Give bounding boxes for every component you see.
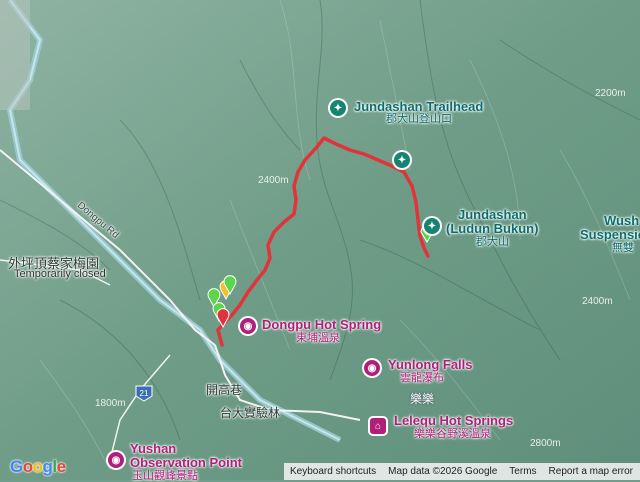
elevation-label: 2400m [258, 175, 289, 186]
poi-peak-name2[interactable]: (Ludun Bukun) [446, 222, 538, 236]
poi-wush-name2[interactable]: Suspensio [580, 228, 640, 242]
poi-yushan-name[interactable]: Yushan [130, 442, 176, 456]
temple-icon[interactable]: ⌂ [370, 418, 386, 434]
poi-lelequ-name[interactable]: Lelequ Hot Springs [394, 414, 513, 428]
poi-trailhead-name[interactable]: Jundashan Trailhead [354, 100, 483, 114]
elevation-label: 1800m [95, 398, 126, 409]
keyboard-shortcuts-link[interactable]: Keyboard shortcuts [284, 466, 382, 477]
poi-yushan-name2[interactable]: Observation Point [130, 456, 242, 470]
place-forest: 台大實驗林 [220, 406, 281, 420]
google-logo: Google [10, 457, 66, 476]
place-lele: 樂樂 [410, 392, 435, 406]
poi-peak-local: 郡大山 [476, 236, 509, 248]
camera-icon[interactable]: ◉ [364, 360, 380, 376]
poi-peak-name[interactable]: Jundashan [458, 208, 527, 222]
poi-farm-status: Temporarily closed [14, 268, 106, 280]
poi-dongpu-local: 東埔溫泉 [296, 332, 340, 344]
hiking-icon[interactable]: ✦ [330, 100, 346, 116]
elevation-label: 2800m [530, 438, 561, 449]
elevation-label: 2200m [595, 88, 626, 99]
hiking-icon[interactable]: ✦ [424, 218, 440, 234]
map-data-text: Map data ©2026 Google [388, 466, 498, 477]
map-footer: Keyboard shortcuts Map data ©2026 Google… [284, 463, 640, 480]
poi-yushan-local: 玉山觀峰景點 [132, 470, 198, 482]
poi-trailhead-local: 郡大山登山口 [386, 113, 452, 125]
hiking-icon[interactable]: ✦ [394, 152, 410, 168]
poi-yunlong-name[interactable]: Yunlong Falls [388, 358, 473, 372]
elevation-label: 2400m [582, 296, 613, 307]
camera-icon[interactable]: ◉ [240, 318, 256, 334]
poi-lelequ-local: 樂樂谷野溪溫泉 [414, 428, 491, 440]
report-error-link[interactable]: Report a map error [543, 466, 639, 477]
poi-wush-name[interactable]: Wush [604, 214, 639, 228]
svg-text:21: 21 [140, 389, 149, 398]
terms-link[interactable]: Terms [503, 466, 542, 477]
camera-icon[interactable]: ◉ [108, 452, 124, 468]
poi-yunlong-local: 雲龍瀑布 [400, 372, 444, 384]
poi-wush-local: 無雙 [612, 242, 634, 254]
poi-dongpu-name[interactable]: Dongpu Hot Spring [262, 318, 381, 332]
place-kaigao: 開高巷 [206, 383, 243, 397]
